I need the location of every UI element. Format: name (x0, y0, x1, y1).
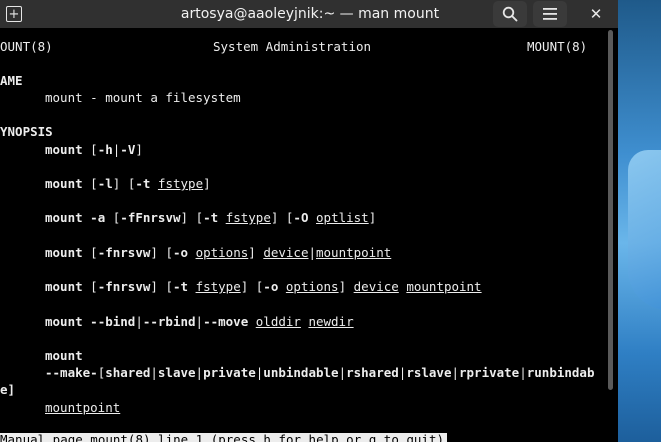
section-heading-synopsis: YNOPSIS (0, 124, 53, 139)
terminal-scrollbar[interactable] (608, 30, 614, 438)
desktop-wallpaper-shape (628, 150, 661, 310)
search-icon (502, 6, 518, 22)
title-bar: + artosya@aaoleyjnik:~ — man mount ✕ (0, 0, 618, 28)
hamburger-menu-icon (543, 8, 557, 20)
scrollbar-thumb[interactable] (608, 30, 613, 390)
synopsis-line-2: mount [-l] [-t fstype] (45, 176, 211, 191)
synopsis-line-6: mount --bind|--rbind|--move olddir newdi… (45, 314, 354, 329)
synopsis-line-8-wrap: e] (0, 382, 16, 397)
man-header-right: MOUNT(8) (527, 39, 588, 54)
terminal-output[interactable]: OUNT(8) System Administration MOUNT(8) A… (0, 28, 606, 442)
close-button[interactable]: ✕ (578, 0, 614, 28)
close-icon: ✕ (589, 5, 603, 23)
search-button[interactable] (493, 1, 527, 27)
man-header-center: System Administration (213, 39, 372, 54)
synopsis-line-9: mountpoint (45, 400, 121, 415)
synopsis-line-3: mount -a [-fFnrsvw] [-t fstype] [-O optl… (45, 210, 377, 225)
synopsis-line-1: mount [-h|-V] (45, 142, 143, 157)
new-tab-button[interactable]: + (2, 0, 26, 28)
synopsis-line-5: mount [-fnrsvw] [-t fstype] [-o options]… (45, 279, 482, 294)
man-header-left: OUNT(8) (0, 39, 53, 54)
synopsis-line-4: mount [-fnrsvw] [-o options] device|moun… (45, 245, 392, 260)
section-heading-name: AME (0, 73, 23, 88)
window-title: artosya@aaoleyjnik:~ — man mount (180, 6, 440, 22)
synopsis-line-8: --make-[shared|slave|private|unbindable|… (45, 365, 595, 380)
menu-button[interactable] (533, 1, 567, 27)
pager-status-line: Manual page mount(8) line 1 (press h for… (0, 433, 448, 442)
name-description: mount - mount a filesystem (45, 90, 241, 105)
terminal-window: + artosya@aaoleyjnik:~ — man mount ✕ OUN… (0, 0, 618, 442)
new-tab-icon: + (6, 6, 22, 22)
synopsis-line-7: mount (45, 348, 83, 363)
